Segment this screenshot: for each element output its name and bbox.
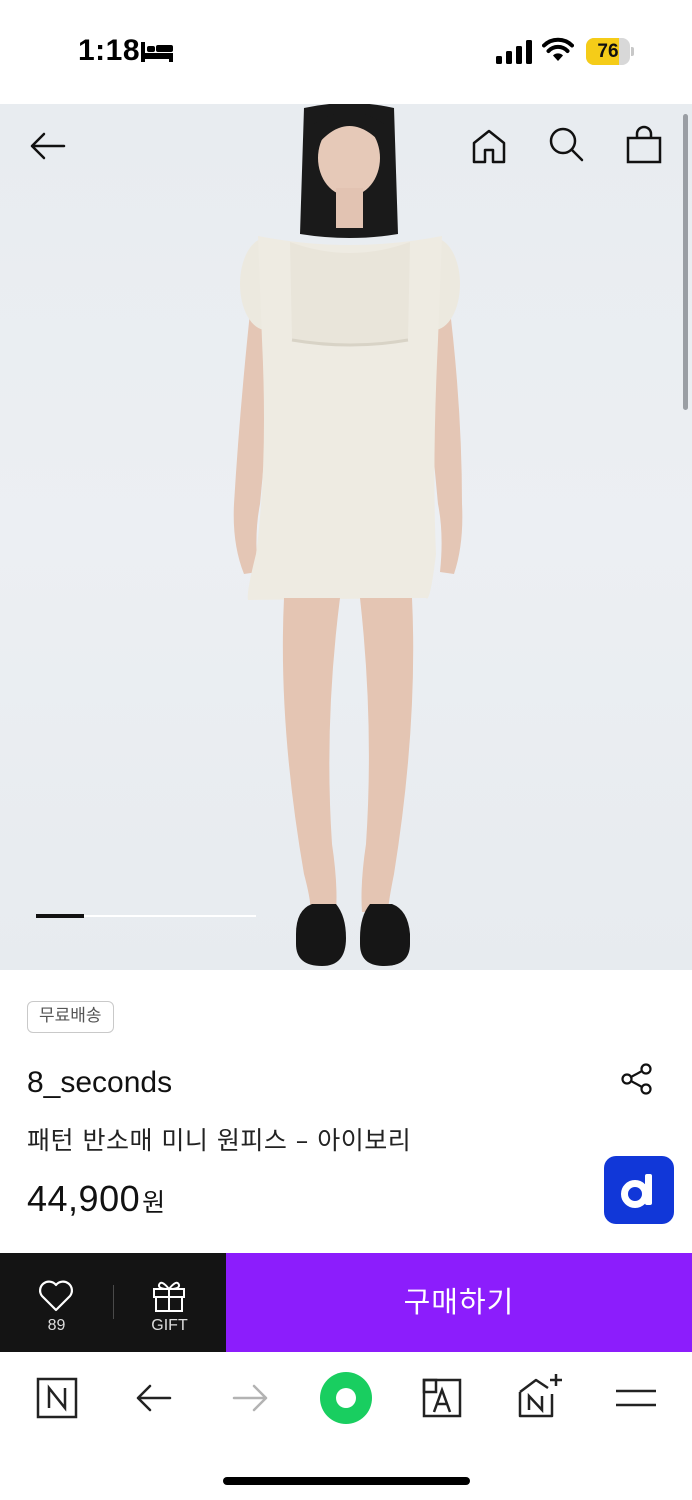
gift-icon	[153, 1281, 185, 1312]
product-photo	[233, 104, 463, 966]
browser-toolbar	[0, 1352, 692, 1500]
cellular-signal-icon	[496, 40, 532, 64]
battery-cap	[631, 47, 634, 56]
translate-icon[interactable]	[420, 1376, 464, 1420]
d-logo-icon	[621, 1174, 652, 1208]
purchase-bar: 89 GIFT 구매하기	[0, 1253, 692, 1352]
home-indicator	[223, 1477, 470, 1485]
add-to-home-icon[interactable]	[516, 1372, 564, 1420]
status-time: 1:18	[78, 34, 141, 67]
menu-icon[interactable]	[614, 1376, 658, 1420]
gallery-pagination-active	[36, 914, 85, 918]
forward-arrow-icon[interactable]	[228, 1376, 272, 1420]
like-count: 89	[47, 1317, 66, 1334]
brand-name[interactable]: 8_seconds	[27, 1066, 172, 1100]
product-price: 44,900원	[27, 1178, 166, 1220]
gift-label: GIFT	[151, 1317, 188, 1334]
purchase-bar-left: 89 GIFT	[0, 1253, 226, 1352]
battery-icon: 76	[586, 38, 634, 65]
shopping-bag-icon[interactable]	[624, 124, 664, 164]
back-arrow-icon[interactable]	[132, 1376, 176, 1420]
buy-button[interactable]: 구매하기	[226, 1253, 692, 1352]
battery-level: 76	[597, 41, 619, 62]
gallery-pagination	[36, 914, 256, 918]
wifi-icon	[542, 37, 574, 61]
d-floating-button[interactable]	[604, 1156, 674, 1224]
product-image-gallery[interactable]	[0, 104, 692, 970]
heart-icon	[39, 1280, 73, 1312]
product-name: 패턴 반소매 미니 원피스 – 아이보리	[27, 1126, 412, 1155]
status-bar: 1:18 76	[0, 0, 692, 104]
price-unit: 원	[142, 1188, 166, 1217]
gift-button[interactable]: GIFT	[113, 1253, 226, 1352]
battery-body: 76	[586, 38, 630, 65]
share-icon[interactable]	[620, 1062, 654, 1096]
like-button[interactable]: 89	[0, 1253, 113, 1352]
scroll-indicator[interactable]	[683, 114, 688, 410]
search-icon[interactable]	[546, 124, 586, 164]
bed-icon	[141, 42, 173, 62]
naver-n-icon[interactable]	[35, 1376, 79, 1420]
free-shipping-badge: 무료배송	[27, 1001, 114, 1033]
home-icon[interactable]	[469, 126, 509, 166]
price-value: 44,900	[27, 1178, 141, 1219]
back-arrow-icon[interactable]	[28, 126, 68, 166]
green-circle-icon[interactable]	[318, 1370, 374, 1426]
